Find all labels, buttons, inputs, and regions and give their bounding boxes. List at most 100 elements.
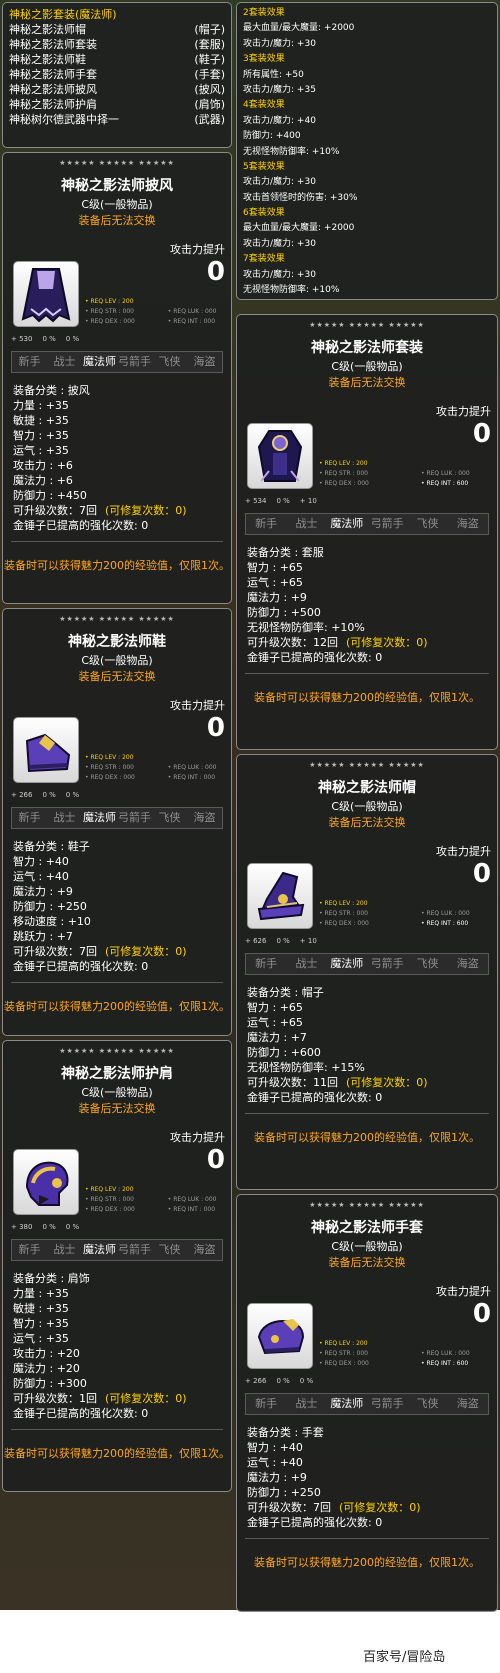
req-row: • REQ DEX : 000 • REQ INT : 000: [85, 1205, 223, 1215]
req-dex: • REQ DEX : 000: [319, 920, 369, 927]
set-effect-line: 无视怪物防御率: +10%: [243, 285, 340, 296]
job-1: 战士: [53, 1243, 76, 1256]
stat-line: 装备分类 : 套服: [247, 546, 324, 559]
req-dex: • REQ DEX : 000: [319, 480, 369, 487]
stat-line: 装备分类 : 披风: [13, 384, 90, 397]
upgrade-count: 7回: [79, 945, 97, 958]
req-row: • REQ STR : 000 • REQ LUK : 000: [85, 763, 223, 773]
repair-suffix: 0): [175, 1392, 187, 1405]
mini-stat-zero: 0 %: [276, 497, 290, 505]
attack-increase-value: 0: [472, 1299, 491, 1329]
set-effect-line: 攻击首领怪时的伤害: +30%: [243, 192, 358, 203]
set-item-name: 神秘之影法师套装: [9, 38, 97, 51]
section-divider: [11, 982, 223, 983]
stat-line: 运气 : +65: [247, 576, 303, 589]
item-grade: C级(一般物品): [331, 360, 403, 373]
attack-increase-label: 攻击力提升: [170, 243, 225, 256]
job-5: 海盗: [193, 811, 216, 824]
mini-stat-pct: 0 %: [65, 1223, 80, 1231]
item-shoulder-icon: [13, 1149, 79, 1215]
repair-prefix: (可修复次数：: [105, 504, 176, 517]
set-effect-heading: 7套装效果: [243, 254, 285, 265]
repair-suffix: 0): [416, 636, 428, 649]
mini-stat-defense: + 266: [245, 1377, 267, 1385]
set-effect-line: 攻击力/魔力: +30: [243, 238, 316, 249]
stat-line: 智力 : +65: [247, 1001, 303, 1014]
section-divider: [245, 1113, 489, 1114]
req-int: • REQ INT : 000: [167, 774, 216, 781]
upgrade-count: 7回: [313, 1501, 331, 1514]
stat-line: 敏捷 : +35: [13, 1302, 69, 1315]
mini-stat-pct: 0 %: [65, 791, 80, 799]
upgrade-count: 7回: [79, 504, 97, 517]
stat-line: 防御力 : +300: [13, 1377, 87, 1390]
upgrade-line: 可升级次数：7回 (可修复次数：0): [13, 503, 223, 518]
job-3: 弓箭手: [118, 811, 151, 824]
set-effect-line: 攻击力/魔力: +30: [243, 177, 316, 188]
stat-line: 魔法力 : +9: [13, 885, 73, 898]
req-dex: • REQ DEX : 000: [85, 774, 135, 781]
set-effect-heading: 2套装效果: [243, 8, 285, 18]
upgrade-label: 可升级次数：: [247, 636, 313, 649]
attack-increase-value: 0: [206, 713, 225, 743]
job-5: 海盗: [456, 1397, 479, 1410]
req-int: • REQ INT : 600: [421, 920, 469, 927]
job-5: 海盗: [456, 957, 479, 970]
mini-stat-zero: 0 %: [42, 1223, 56, 1231]
rating-stars: ★★★★★ ★★★★★ ★★★★★: [309, 321, 425, 329]
stat-line: 魔法力 : +7: [247, 1031, 307, 1044]
job-2: 魔法师: [330, 517, 364, 530]
hammer-line: 金锤子已提高的强化次数: 0: [13, 1407, 149, 1420]
set-effect-line: 最大血量/最大魔量: +2000: [243, 23, 355, 34]
upgrade-line: 可升级次数：7回 (可修复次数：0): [13, 944, 223, 959]
item-shoes-icon: [13, 717, 79, 783]
stat-line: 智力 : +40: [13, 855, 69, 868]
req-row: • REQ DEX : 000 • REQ INT : 000: [85, 317, 223, 327]
mini-stat-zero: 0 %: [42, 335, 56, 343]
stat-line: 敏捷 : +35: [13, 414, 69, 427]
set-title: 神秘之影套装(魔法师): [9, 8, 117, 21]
repair-count: (可修复次数：0): [105, 1392, 187, 1405]
job-5: 海盗: [193, 355, 216, 368]
job-3: 弓箭手: [118, 355, 151, 368]
stat-line: 跳跃力 : +7: [13, 930, 73, 943]
job-4: 飞侠: [158, 355, 181, 368]
repair-count: (可修复次数：0): [346, 636, 428, 649]
item-tooltip-suit: ★★★★★ ★★★★★ ★★★★★ 神秘之影法师套装 C级(一般物品) 装备后无法交换…: [236, 314, 498, 750]
req-row: • REQ STR : 000 • REQ LUK : 000: [319, 909, 489, 919]
charm-footnote: 装备时可以获得魅力200的经验值，仅限1次。: [4, 1447, 230, 1460]
req-int: • REQ INT : 000: [167, 1206, 216, 1213]
stat-line: 防御力 : +250: [13, 900, 87, 913]
stat-line: 装备分类 : 肩饰: [13, 1272, 90, 1285]
req-row: • REQ STR : 000 • REQ LUK : 000: [319, 469, 489, 479]
req-dex: • REQ DEX : 000: [85, 1206, 135, 1213]
attack-increase-label: 攻击力提升: [436, 845, 491, 858]
item-grade: C级(一般物品): [331, 800, 403, 813]
mini-stat-row: + 626 0 % + 10: [245, 937, 489, 951]
item-cape-icon: [13, 261, 79, 327]
item-name: 神秘之影法师帽: [318, 780, 416, 796]
attack-increase-label: 攻击力提升: [436, 405, 491, 418]
attack-increase: 攻击力提升 0: [170, 241, 225, 287]
repair-prefix: (可修复次数：: [105, 1392, 176, 1405]
item-stats: 装备分类 : 套服 智力 : +65 运气 : +65 魔法力 : +9 防御力 : +…: [247, 545, 489, 665]
upgrade-count: 1回: [79, 1392, 97, 1405]
trade-notice: 装备后无法交换: [328, 376, 406, 389]
req-luk: • REQ LUK : 000: [421, 910, 470, 917]
attack-increase-value: 0: [472, 859, 491, 889]
item-stats: 装备分类 : 手套 智力 : +40 运气 : +40 魔法力 : +9 防御力 : +…: [247, 1425, 489, 1530]
req-row: • REQ DEX : 000 • REQ INT : 600: [319, 1359, 489, 1369]
upgrade-count: 12回: [313, 636, 338, 649]
set-item-name: 神秘之影法师披风: [9, 83, 97, 96]
charm-footnote: 装备时可以获得魅力200的经验值，仅限1次。: [254, 1556, 480, 1569]
req-level: • REQ LEV : 200: [85, 298, 134, 305]
trade-notice: 装备后无法交换: [78, 1102, 156, 1115]
attack-increase: 攻击力提升 0: [436, 843, 491, 889]
set-effect-line: 攻击力/魔力: +35: [243, 84, 316, 95]
set-effect-line: 攻击力/魔力: +30: [243, 269, 316, 280]
req-level: • REQ LEV : 200: [319, 460, 368, 467]
stat-line: 无视怪物防御率: +15%: [247, 1061, 365, 1074]
attack-increase: 攻击力提升 0: [436, 1283, 491, 1329]
job-0: 新手: [18, 1243, 41, 1256]
set-effect-line: 攻击力/魔力: +40: [243, 115, 316, 126]
